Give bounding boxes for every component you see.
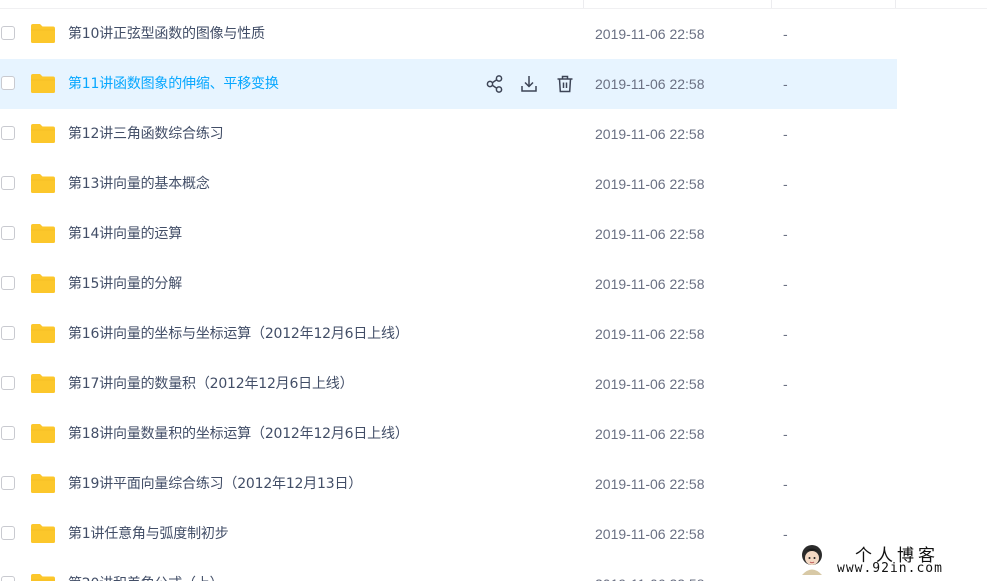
download-icon[interactable] bbox=[518, 73, 540, 95]
modified-date: 2019-11-06 22:58 bbox=[595, 426, 705, 442]
row-checkbox[interactable] bbox=[1, 526, 15, 540]
folder-icon bbox=[30, 23, 56, 44]
file-name-link[interactable]: 第19讲平面向量综合练习（2012年12月13日） bbox=[68, 474, 362, 494]
folder-icon bbox=[30, 423, 56, 444]
modified-date: 2019-11-06 22:58 bbox=[595, 26, 705, 42]
file-name-link[interactable]: 第18讲向量数量积的坐标运算（2012年12月6日上线） bbox=[68, 424, 409, 444]
file-name-link[interactable]: 第15讲向量的分解 bbox=[68, 274, 182, 294]
file-row[interactable]: 第20讲和差角公式（上） 2019-11-06 22:58 - bbox=[0, 559, 897, 581]
file-row[interactable]: 第11讲函数图象的伸缩、平移变换 2019-11-06 22:58 - bbox=[0, 59, 897, 109]
file-name-link[interactable]: 第11讲函数图象的伸缩、平移变换 bbox=[68, 74, 279, 94]
file-name-link[interactable]: 第16讲向量的坐标与坐标运算（2012年12月6日上线） bbox=[68, 324, 409, 344]
row-checkbox[interactable] bbox=[1, 476, 15, 490]
folder-icon bbox=[30, 523, 56, 544]
file-size: - bbox=[783, 426, 788, 442]
watermark: 个人博客 www.92in.com bbox=[793, 540, 987, 581]
file-size: - bbox=[783, 26, 788, 42]
file-name-link[interactable]: 第1讲任意角与弧度制初步 bbox=[68, 524, 229, 544]
row-checkbox[interactable] bbox=[1, 376, 15, 390]
folder-icon bbox=[30, 573, 56, 581]
file-name-link[interactable]: 第20讲和差角公式（上） bbox=[68, 574, 224, 581]
file-row[interactable]: 第13讲向量的基本概念 2019-11-06 22:58 - bbox=[0, 159, 897, 209]
file-size: - bbox=[783, 276, 788, 292]
row-checkbox[interactable] bbox=[1, 226, 15, 240]
file-size: - bbox=[783, 176, 788, 192]
file-size: - bbox=[783, 76, 788, 92]
modified-date: 2019-11-06 22:58 bbox=[595, 376, 705, 392]
modified-date: 2019-11-06 22:58 bbox=[595, 276, 705, 292]
modified-date: 2019-11-06 22:58 bbox=[595, 226, 705, 242]
file-name-link[interactable]: 第12讲三角函数综合练习 bbox=[68, 124, 224, 144]
file-list-page: 第10讲正弦型函数的图像与性质 2019-11-06 22:58- 第11讲函数图象… bbox=[0, 0, 987, 581]
row-checkbox[interactable] bbox=[1, 76, 15, 90]
file-row[interactable]: 第10讲正弦型函数的图像与性质 2019-11-06 22:58 - bbox=[0, 9, 897, 59]
file-row[interactable]: 第15讲向量的分解 2019-11-06 22:58 - bbox=[0, 259, 897, 309]
folder-icon bbox=[30, 473, 56, 494]
row-checkbox[interactable] bbox=[1, 326, 15, 340]
file-row[interactable]: 第18讲向量数量积的坐标运算（2012年12月6日上线） 2019-11-06 2… bbox=[0, 409, 897, 459]
file-size: - bbox=[783, 326, 788, 342]
file-size: - bbox=[783, 526, 788, 542]
row-checkbox[interactable] bbox=[1, 176, 15, 190]
file-size: - bbox=[783, 376, 788, 392]
file-name-link[interactable]: 第13讲向量的基本概念 bbox=[68, 174, 210, 194]
file-size: - bbox=[783, 126, 788, 142]
file-size: - bbox=[783, 476, 788, 492]
modified-date: 2019-11-06 22:58 bbox=[595, 526, 705, 542]
modified-date: 2019-11-06 22:58 bbox=[595, 76, 705, 92]
file-name-link[interactable]: 第14讲向量的运算 bbox=[68, 224, 182, 244]
file-size: - bbox=[783, 226, 788, 242]
row-checkbox[interactable] bbox=[1, 26, 15, 40]
file-row[interactable]: 第14讲向量的运算 2019-11-06 22:58 - bbox=[0, 209, 897, 259]
modified-date: 2019-11-06 22:58 bbox=[595, 326, 705, 342]
file-row[interactable]: 第16讲向量的坐标与坐标运算（2012年12月6日上线） 2019-11-06 2… bbox=[0, 309, 897, 359]
row-actions bbox=[484, 73, 579, 95]
delete-icon[interactable] bbox=[554, 73, 576, 95]
row-checkbox[interactable] bbox=[1, 126, 15, 140]
watermark-url: www.92in.com bbox=[837, 561, 943, 576]
folder-icon bbox=[30, 73, 56, 94]
file-size: - bbox=[783, 574, 788, 581]
folder-icon bbox=[30, 373, 56, 394]
file-row[interactable]: 第12讲三角函数综合练习 2019-11-06 22:58 - bbox=[0, 109, 897, 159]
folder-icon bbox=[30, 323, 56, 344]
modified-date: 2019-11-06 22:58 bbox=[595, 574, 705, 581]
share-icon[interactable] bbox=[484, 73, 506, 95]
row-checkbox[interactable] bbox=[1, 276, 15, 290]
modified-date: 2019-11-06 22:58 bbox=[595, 176, 705, 192]
folder-icon bbox=[30, 273, 56, 294]
folder-icon bbox=[30, 123, 56, 144]
file-row[interactable]: 第19讲平面向量综合练习（2012年12月13日） 2019-11-06 22:5… bbox=[0, 459, 897, 509]
row-checkbox[interactable] bbox=[1, 576, 15, 581]
modified-date: 2019-11-06 22:58 bbox=[595, 476, 705, 492]
file-name-link[interactable]: 第17讲向量的数量积（2012年12月6日上线） bbox=[68, 374, 354, 394]
file-name-link[interactable]: 第10讲正弦型函数的图像与性质 bbox=[68, 24, 265, 44]
file-row[interactable]: 第17讲向量的数量积（2012年12月6日上线） 2019-11-06 22:58… bbox=[0, 359, 897, 409]
folder-icon bbox=[30, 223, 56, 244]
watermark-logo-icon bbox=[802, 545, 822, 575]
modified-date: 2019-11-06 22:58 bbox=[595, 126, 705, 142]
row-checkbox[interactable] bbox=[1, 426, 15, 440]
file-row[interactable]: 第1讲任意角与弧度制初步 2019-11-06 22:58 - bbox=[0, 509, 897, 559]
header-divider bbox=[0, 0, 987, 9]
folder-icon bbox=[30, 173, 56, 194]
file-list: 第10讲正弦型函数的图像与性质 2019-11-06 22:58- 第11讲函数图象… bbox=[0, 9, 897, 581]
